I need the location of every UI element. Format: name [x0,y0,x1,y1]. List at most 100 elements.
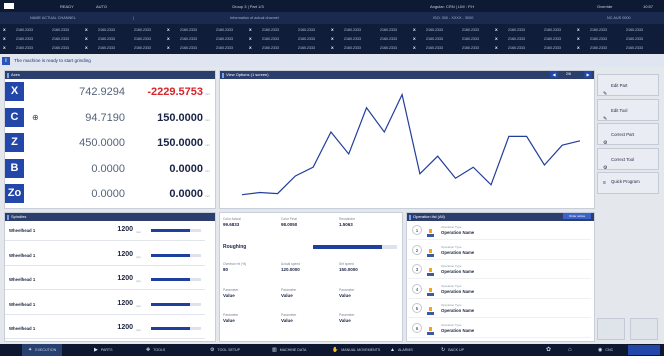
process-field-value: 150.0000 [339,267,358,272]
view-header: View Options (1 screen) [220,71,594,79]
channel-x-marker: X [495,27,498,32]
spindle-unit: rpm [136,230,142,234]
channel-value: 2160.2333 [262,28,279,32]
operation-type: Operation Type [441,283,462,288]
side-button-quick-program[interactable]: ≡ Quick Program [597,172,659,194]
operation-tool-icon [426,225,435,237]
nav-label: MACHINE DATA [279,348,307,352]
channel-x-marker: X [413,45,416,50]
group-label: Group 3 | Part 1/3 [232,3,264,9]
prev-page-button[interactable]: ◀ [550,71,558,78]
process-field-label: Parameter [223,288,239,292]
axis-actual-value: 450.0000 [79,137,125,149]
roughing-progress-bar [313,245,397,249]
side-button-label: Correct Part [611,132,635,137]
clock: 10:57 [643,3,654,9]
nav-execution[interactable]: ✦ EXECUTION [22,344,63,356]
nav-back-up[interactable]: ↻ BACK UP [435,344,470,356]
logo [4,3,14,9]
channel-value: 2160.2333 [344,37,361,41]
process-field-label: Parameter [281,288,297,292]
operation-tool-icon [426,303,435,315]
nav-alarms[interactable]: ▲ ALARMS [384,344,419,356]
home-icon[interactable]: ⌂ [568,344,572,356]
channel-value: 2160.2333 [298,37,315,41]
operation-number: 6 [412,322,422,333]
channel-value: 2160.2333 [134,37,151,41]
spindle-row: Wheelhead 1 1200 rpm [5,295,205,315]
operation-type: Operation Type [441,322,462,327]
blank-button-right[interactable] [630,318,658,340]
axis-row: X 742.9294 -2229.5753 mm [5,80,210,102]
nav-cnc[interactable]: ◉ CNC [592,344,619,356]
operation-item[interactable]: 3 Operation Type Operation Name [408,260,591,279]
operation-item[interactable]: 2 Operation Type Operation Name [408,241,591,260]
channel-info-bar: NAME ACTUAL CHANNEL | Information of act… [0,12,664,24]
override-label: Override [597,3,613,9]
next-page-button[interactable]: ▶ [584,71,592,78]
nav-manual-movements[interactable]: ✋ MANUAL MOVEMENTS [326,344,386,356]
axis-label[interactable]: Z [5,133,24,152]
channel-value: 2160.2333 [52,28,69,32]
axis-label[interactable]: C [5,107,24,127]
channel-x-marker: X [577,45,580,50]
spindle-load-fill [151,229,190,232]
process-field-value: 120.0000 [281,267,300,272]
process-field-label: Remainder [339,217,356,221]
axis-row: Zo 0.0000 0.0000 mm [5,182,210,204]
channel-x-marker: X [577,27,580,32]
bottom-nav: ✦ EXECUTION ▶ PARTS ✥ TOOLS ⚙ TOOL SETUP ▥ MACHIN… [0,344,664,356]
channel-value: 2160.2333 [52,37,69,41]
process-field-value: 99.6833 [223,222,240,227]
info-icon: i [2,57,10,65]
nav-tool-setup[interactable]: ⚙ TOOL SETUP [204,344,246,356]
channel-x-marker: X [85,36,88,41]
axis-actual-value: 742.9294 [79,86,125,98]
channel-x-marker: X [3,36,6,41]
nav-label: BACK UP [448,348,464,352]
status-message-bar: i The machine is ready to start grinding [0,55,664,67]
process-field-label: Parameter [339,313,355,317]
nav-label: EXECUTION [35,348,57,352]
channel-value: 2160.2333 [98,46,115,50]
operation-item[interactable]: 1 Operation Type Operation Name [408,221,591,240]
channel-row: X 2160.2333 2160.2333 X 2160.2333 2160.2333 X 2… [0,35,664,43]
operation-item[interactable]: 4 Operation Type Operation Name [408,280,591,299]
blank-button-left[interactable] [597,318,625,340]
axis-label[interactable]: Zo [5,184,24,203]
channel-x-marker: X [331,36,334,41]
axis-unit: mm [205,194,210,198]
side-button-edit-part[interactable]: ✎ Edit Part [597,74,659,97]
process-field-label: Parameter [339,288,355,292]
operation-item[interactable]: 6 Operation Type Operation Name [408,319,591,338]
channel-value: 2160.2333 [544,46,561,50]
warning-icon: ▲ [390,347,395,353]
channel-value: 2160.2333 [380,37,397,41]
side-button-correct-tool[interactable]: ⚙ Correct Tool [597,147,659,171]
axis-unit: mm [205,168,210,173]
axis-row: C ⊕ 94.7190 150.0000 mm [5,106,210,128]
nav-machine-data[interactable]: ▥ MACHINE DATA [266,344,312,356]
process-field-value: Value [281,318,293,323]
nav-tools[interactable]: ✥ TOOLS [140,344,171,356]
spindle-name: Wheelhead 1 [9,301,36,307]
settings-icon[interactable]: ✿ [546,344,551,356]
axis-label[interactable]: X [5,82,24,101]
axis-label[interactable]: B [5,158,24,178]
channel-value: 2160.2333 [380,46,397,50]
spindle-load-fill [151,278,190,281]
channel-value: 2160.2333 [508,37,525,41]
side-button-edit-tool[interactable]: ✎ Edit Tool [597,98,659,122]
order-badge[interactable]: Order active [563,213,591,219]
operation-item[interactable]: 5 Operation Type Operation Name [408,299,591,318]
operation-name: Operation Name [441,308,475,313]
nav-label: ALARMS [397,348,413,352]
side-button-correct-part[interactable]: ⚙ Correct Part [597,123,659,146]
channel-x-marker: X [167,45,170,50]
nav-parts[interactable]: ▶ PARTS [88,344,119,356]
spindle-unit: rpm [136,279,142,283]
nav-label: MANUAL MOVEMENTS [341,348,381,352]
process-field: Parameter Value [281,313,341,323]
channel-value: 2160.2333 [134,28,151,32]
line-chart [241,92,581,196]
